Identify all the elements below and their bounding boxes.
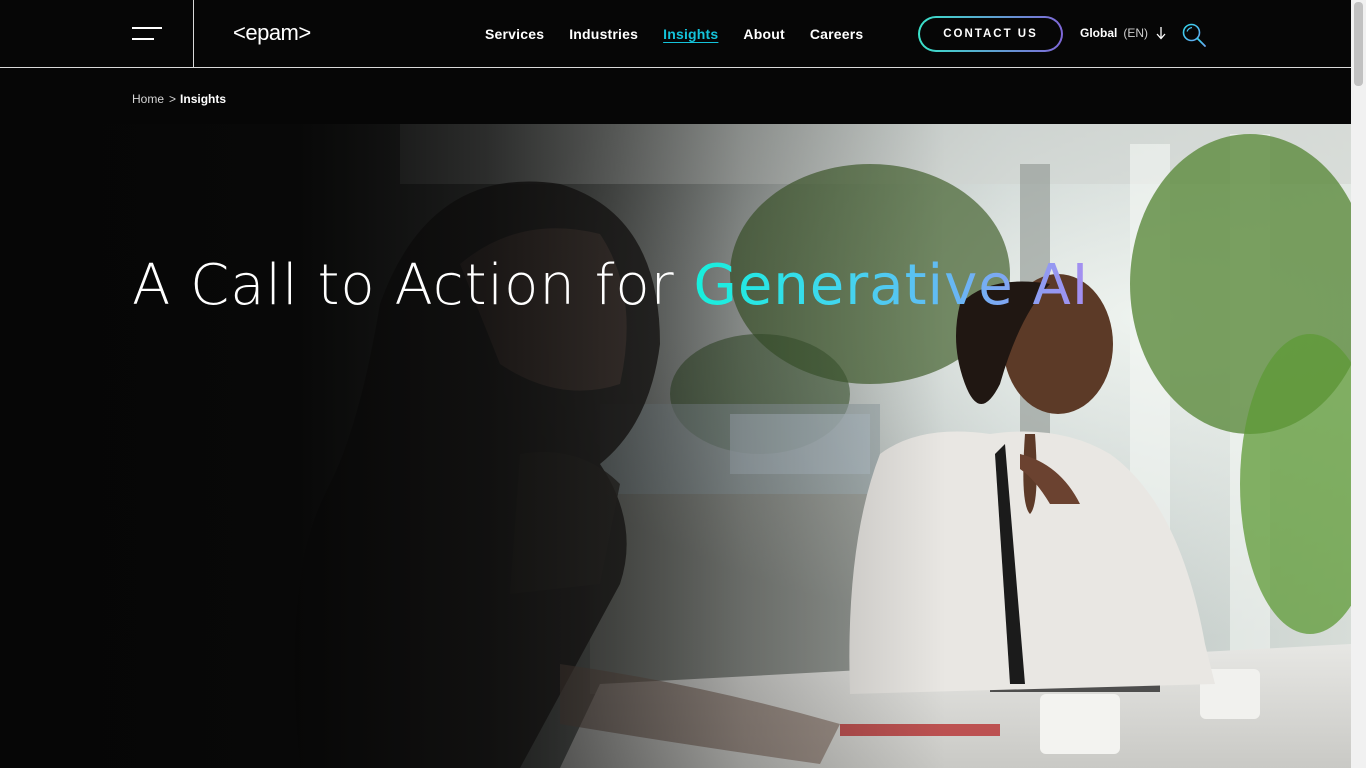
- site-header: <epam> Services Industries Insights Abou…: [0, 0, 1351, 68]
- arrow-down-icon: [1156, 27, 1166, 40]
- hero-dark-overlay: [0, 124, 1351, 768]
- nav-item-services[interactable]: Services: [485, 25, 544, 45]
- hero-title-prefix: A Call to Action for: [132, 253, 694, 318]
- hero-title: A Call to Action for Generative AI: [132, 254, 1089, 318]
- nav-item-about[interactable]: About: [743, 25, 784, 45]
- language-selector[interactable]: Global (EN): [1080, 26, 1166, 40]
- hamburger-menu-icon-bar: [132, 38, 154, 40]
- nav-item-careers[interactable]: Careers: [810, 25, 864, 45]
- breadcrumb-current: Insights: [180, 92, 227, 106]
- search-icon[interactable]: [1181, 22, 1207, 48]
- language-region: Global: [1080, 26, 1118, 40]
- language-code: (EN): [1123, 26, 1149, 40]
- breadcrumb-separator: >: [169, 92, 177, 106]
- nav-item-insights[interactable]: Insights: [663, 25, 718, 45]
- hamburger-menu-button[interactable]: [118, 0, 194, 67]
- hero-banner: [0, 124, 1351, 768]
- hero-title-highlight: Generative AI: [693, 253, 1090, 318]
- hamburger-menu-icon: [132, 27, 162, 29]
- breadcrumb-home[interactable]: Home: [132, 92, 164, 106]
- contact-us-button[interactable]: CONTACT US: [918, 16, 1063, 52]
- main-nav: Services Industries Insights About Caree…: [485, 25, 863, 45]
- epam-logo[interactable]: <epam>: [233, 20, 311, 46]
- nav-item-industries[interactable]: Industries: [569, 25, 638, 45]
- page-scrollbar[interactable]: [1351, 0, 1366, 768]
- breadcrumb: Home > Insights: [132, 92, 226, 106]
- scrollbar-thumb[interactable]: [1354, 2, 1363, 86]
